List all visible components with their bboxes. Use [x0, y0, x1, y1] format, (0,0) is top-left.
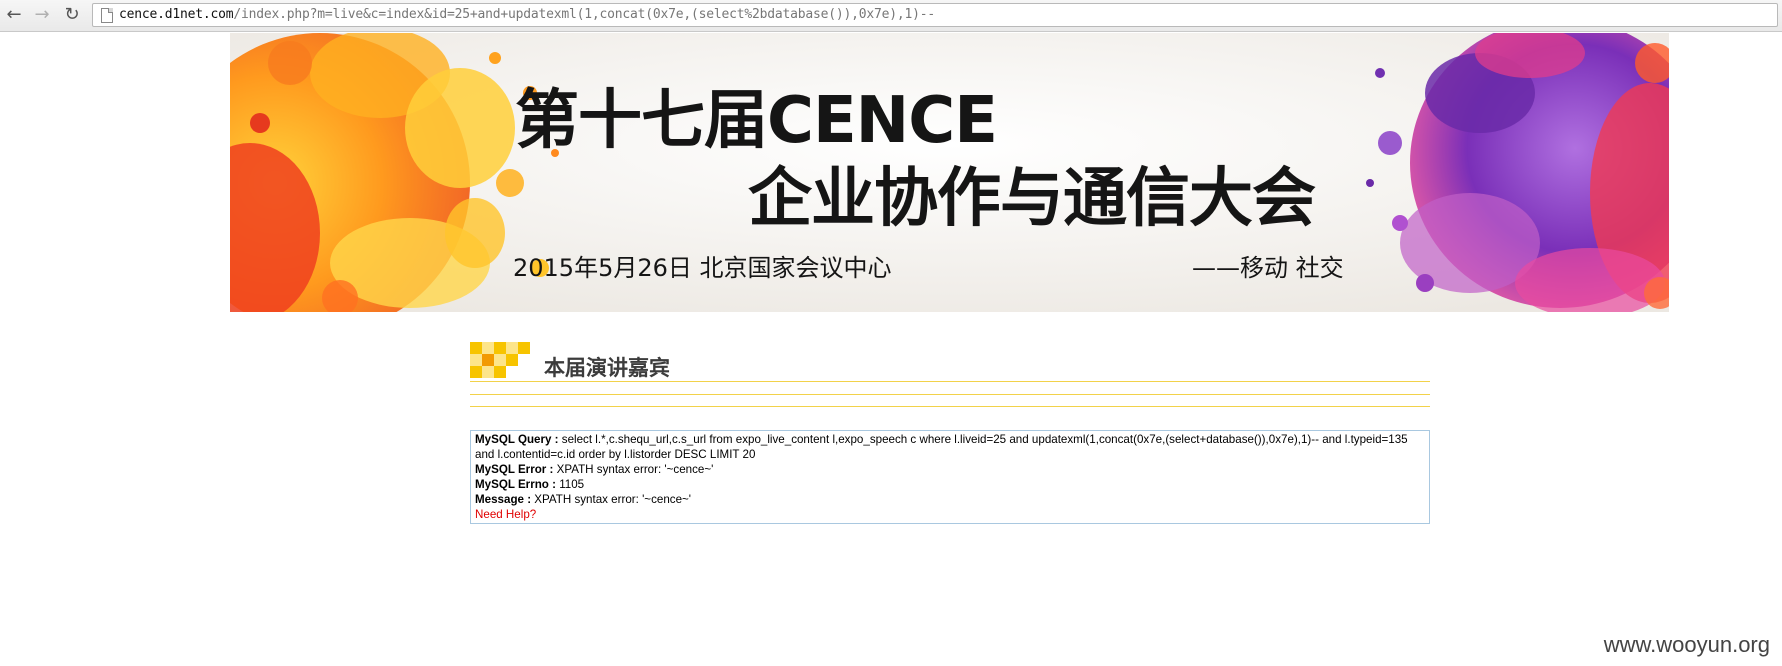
- page-icon: [101, 8, 113, 23]
- message-label: Message :: [475, 493, 532, 506]
- divider-line: [470, 381, 1430, 382]
- need-help-link[interactable]: Need Help?: [475, 508, 536, 521]
- query-row: MySQL Query : select l.*,c.shequ_url,c.s…: [475, 432, 1425, 462]
- section-title: 本届演讲嘉宾: [544, 356, 670, 380]
- sql-error-box: MySQL Query : select l.*,c.shequ_url,c.s…: [470, 430, 1430, 524]
- checker-icon: [470, 342, 530, 378]
- error-label: MySQL Error :: [475, 463, 554, 476]
- errno-row: MySQL Errno : 1105: [475, 477, 1425, 492]
- url-host: cence.d1net.com: [119, 7, 234, 22]
- error-row: MySQL Error : XPATH syntax error: '~cenc…: [475, 462, 1425, 477]
- watermark: www.wooyun.org: [1603, 632, 1770, 657]
- query-label: MySQL Query :: [475, 433, 559, 446]
- banner-title-line2: 企业协作与通信大会: [748, 162, 1316, 236]
- arrow-right-icon[interactable]: →: [30, 4, 54, 26]
- error-text: XPATH syntax error: '~cence~': [556, 463, 714, 476]
- banner-slogan: ——移动 社交: [1192, 254, 1344, 282]
- address-bar[interactable]: cence.d1net.com/index.php?m=live&c=index…: [92, 3, 1778, 27]
- url-path: /index.php?m=live&c=index&id=25+and+upda…: [233, 7, 936, 22]
- errno-text: 1105: [559, 478, 585, 491]
- divider-line: [470, 394, 1430, 395]
- browser-toolbar: ← → ↻ cence.d1net.com/index.php?m=live&c…: [0, 0, 1782, 32]
- message-text: XPATH syntax error: '~cence~': [534, 493, 692, 506]
- message-row: Message : XPATH syntax error: '~cence~': [475, 492, 1425, 507]
- query-text: select l.*,c.shequ_url,c.s_url from expo…: [475, 433, 1408, 461]
- reload-icon[interactable]: ↻: [60, 4, 84, 26]
- errno-label: MySQL Errno :: [475, 478, 556, 491]
- url-text[interactable]: cence.d1net.com/index.php?m=live&c=index…: [119, 7, 935, 22]
- help-row: Need Help?: [475, 507, 1425, 522]
- conference-banner: 第十七届CENCE 企业协作与通信大会 2015年5月26日 北京国家会议中心 …: [230, 33, 1669, 312]
- arrow-left-icon[interactable]: ←: [2, 4, 26, 26]
- banner-date-venue: 2015年5月26日 北京国家会议中心: [513, 254, 892, 282]
- divider-line: [470, 406, 1430, 407]
